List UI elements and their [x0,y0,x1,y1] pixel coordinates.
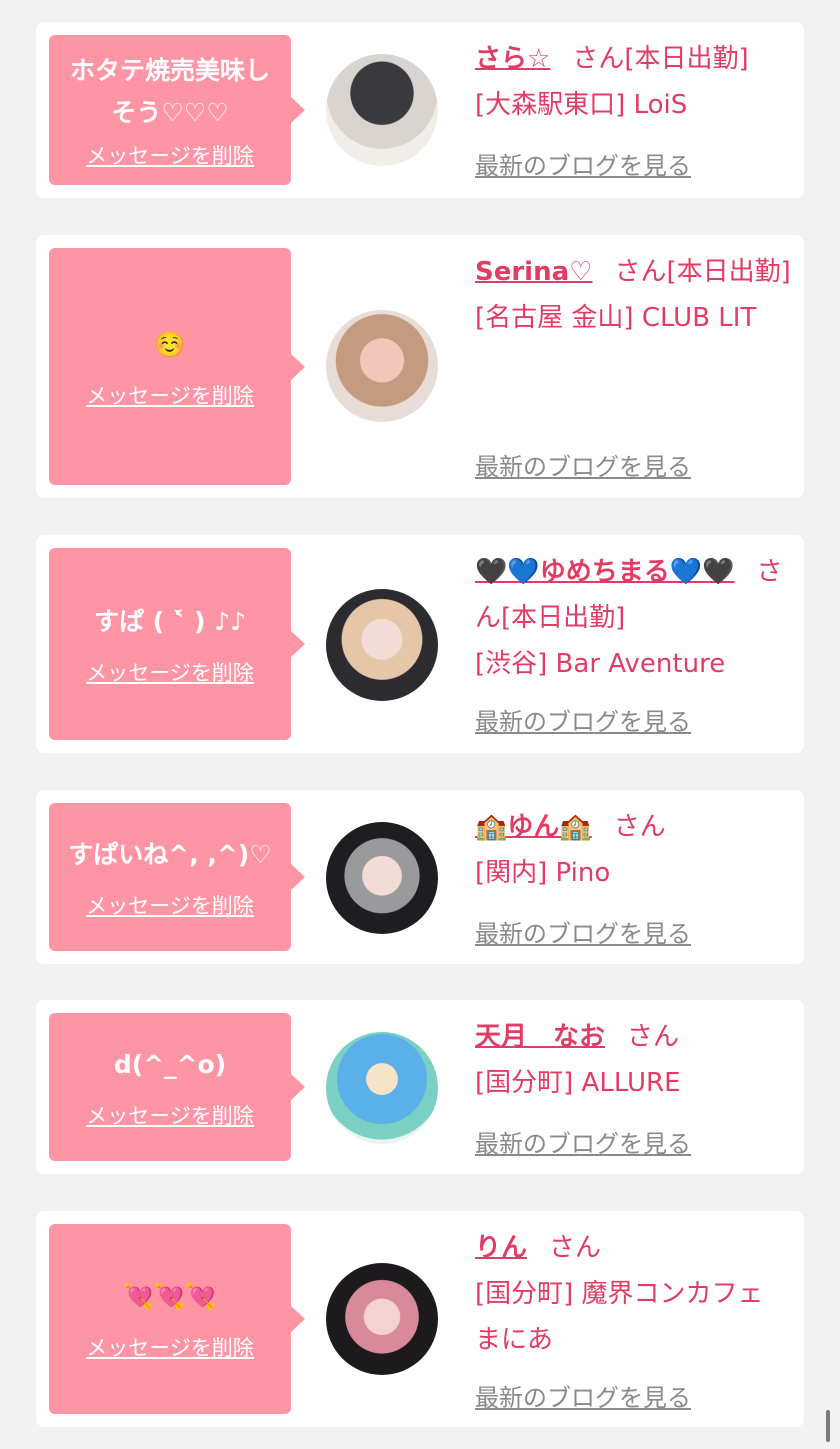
scrollbar[interactable] [826,1410,830,1442]
message-text: すぱ ( ˂̀ ) ♪♪ [93,607,247,636]
blog-link[interactable]: 最新のブログを見る [475,914,691,949]
san-suffix: さん [549,1233,602,1263]
delete-message-link[interactable]: メッセージを削除 [86,657,254,687]
shop-text: [名古屋 金山] CLUB LIT [475,303,757,333]
cast-name-link[interactable]: 天月 なお [475,1022,605,1052]
san-suffix: さん [572,44,625,74]
san-suffix: さん [613,812,666,842]
san-suffix: さん [627,1022,680,1052]
avatar[interactable] [326,822,438,934]
message-bubble: すぱいね^, ,^)♡ メッセージを削除 [49,803,305,951]
message-text: d(^_^o) [113,1050,227,1079]
cast-info: Serina♡ さん[本日出勤] [名古屋 金山] CLUB LIT [475,249,793,341]
delete-message-link[interactable]: メッセージを削除 [86,1100,254,1130]
cast-name-link[interactable]: りん [475,1233,527,1263]
avatar[interactable] [326,589,438,701]
shop-text: [大森駅東口] LoiS [475,90,688,120]
avatar[interactable] [326,54,438,166]
shop-text: [渋谷] Bar Aventure [475,649,726,679]
message-card: ホタテ焼売美味しそう♡♡♡ メッセージを削除 さら☆ さん[本日出勤] [大森駅東… [36,22,804,198]
status-text: [本日出勤] [666,257,791,287]
avatar[interactable] [326,1032,438,1144]
message-bubble: すぱ ( ˂̀ ) ♪♪ メッセージを削除 [49,548,305,740]
shop-text: [関内] Pino [475,858,611,888]
avatar[interactable] [326,1263,438,1375]
blog-link[interactable]: 最新のブログを見る [475,702,691,737]
message-card: すぱ ( ˂̀ ) ♪♪ メッセージを削除 🖤💙ゆめちまる💙🖤 さん[本日出勤] … [36,535,804,753]
blog-link[interactable]: 最新のブログを見る [475,1378,691,1413]
blog-link[interactable]: 最新のブログを見る [475,447,691,482]
delete-message-link[interactable]: メッセージを削除 [86,380,254,410]
message-bubble: ☺️ メッセージを削除 [49,248,305,485]
message-bubble: d(^_^o) メッセージを削除 [49,1013,305,1161]
status-text: [本日出勤] [624,44,749,74]
delete-message-link[interactable]: メッセージを削除 [86,890,254,920]
cast-name-link[interactable]: 🖤💙ゆめちまる💙🖤 [475,557,735,587]
message-text: ホタテ焼売美味しそう♡♡♡ [69,56,270,127]
cast-info: りん さん [国分町] 魔界コンカフェ まにあ [475,1225,793,1363]
cast-info: 天月 なお さん [国分町] ALLURE [475,1014,793,1106]
cast-name-link[interactable]: Serina♡ [475,257,592,287]
cast-name-link[interactable]: さら☆ [475,44,550,74]
shop-text: [国分町] 魔界コンカフェ まにあ [475,1279,764,1355]
cast-name-link[interactable]: 🏫ゆん🏫 [475,812,592,842]
delete-message-link[interactable]: メッセージを削除 [86,140,254,170]
message-text: 💘💘💘 [123,1282,217,1311]
message-card: d(^_^o) メッセージを削除 天月 なお さん [国分町] ALLURE 最新… [36,1000,804,1174]
cast-info: 🖤💙ゆめちまる💙🖤 さん[本日出勤] [渋谷] Bar Aventure [475,549,793,687]
status-text: [本日出勤] [501,603,626,633]
cast-info: さら☆ さん[本日出勤] [大森駅東口] LoiS [475,36,793,128]
blog-link[interactable]: 最新のブログを見る [475,146,691,181]
blog-link[interactable]: 最新のブログを見る [475,1124,691,1159]
shop-text: [国分町] ALLURE [475,1068,681,1098]
avatar[interactable] [326,310,438,422]
message-text: すぱいね^, ,^)♡ [68,840,272,869]
message-text: ☺️ [154,329,186,359]
san-suffix: さん [614,257,667,287]
message-card: ☺️ メッセージを削除 Serina♡ さん[本日出勤] [名古屋 金山] CLU… [36,235,804,498]
message-card: すぱいね^, ,^)♡ メッセージを削除 🏫ゆん🏫 さん [関内] Pino 最新… [36,790,804,964]
delete-message-link[interactable]: メッセージを削除 [86,1332,254,1362]
cast-info: 🏫ゆん🏫 さん [関内] Pino [475,804,793,896]
message-bubble: 💘💘💘 メッセージを削除 [49,1224,305,1414]
message-bubble: ホタテ焼売美味しそう♡♡♡ メッセージを削除 [49,35,305,185]
message-card: 💘💘💘 メッセージを削除 りん さん [国分町] 魔界コンカフェ まにあ 最新のブ… [36,1211,804,1427]
